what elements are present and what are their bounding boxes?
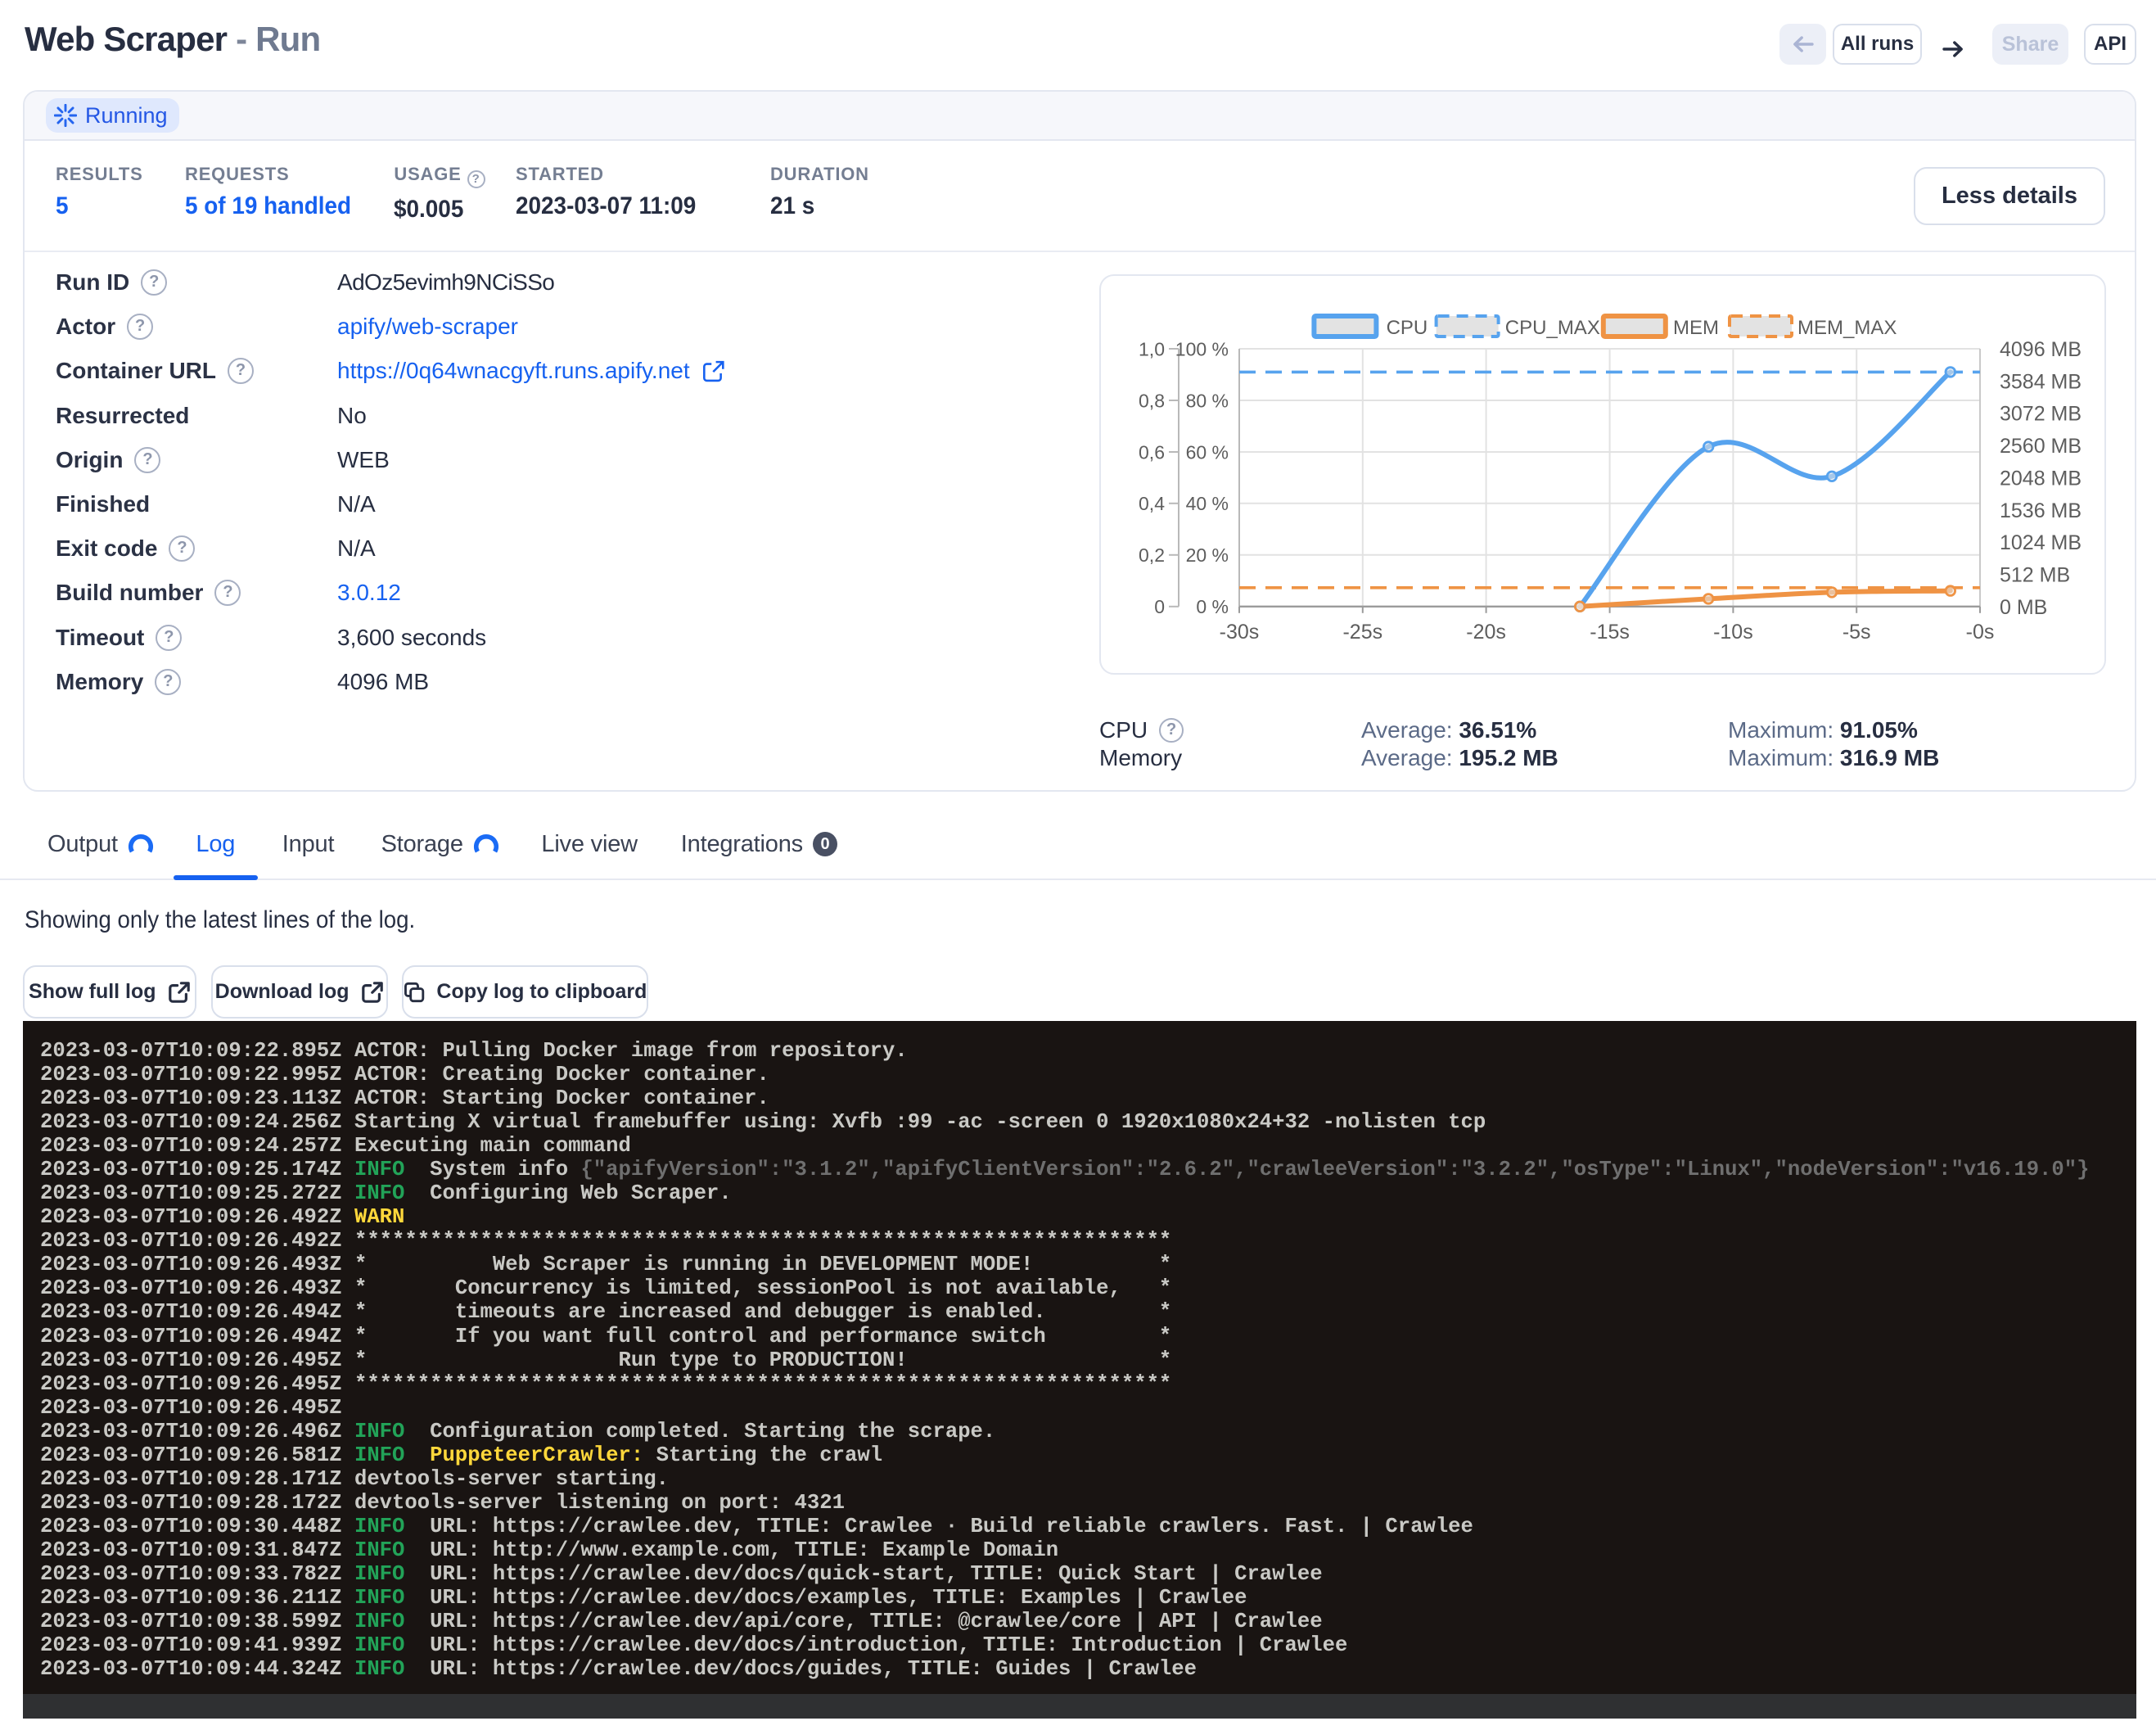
svg-text:1536 MB: 1536 MB: [2000, 499, 2082, 522]
svg-text:512 MB: 512 MB: [2000, 563, 2070, 586]
svg-text:-0s: -0s: [1966, 621, 1995, 644]
svg-text:-15s: -15s: [1590, 621, 1630, 644]
svg-text:3584 MB: 3584 MB: [2000, 370, 2082, 393]
svg-text:MEM: MEM: [1673, 317, 1719, 339]
svg-text:1,0: 1,0: [1139, 338, 1165, 359]
svg-text:40 %: 40 %: [1186, 493, 1229, 514]
svg-text:4096 MB: 4096 MB: [2000, 338, 2082, 361]
svg-text:CPU: CPU: [1387, 317, 1428, 339]
svg-text:-25s: -25s: [1342, 621, 1382, 644]
svg-text:0,2: 0,2: [1139, 544, 1165, 566]
svg-text:-5s: -5s: [1843, 621, 1871, 644]
svg-text:MEM_MAX: MEM_MAX: [1797, 317, 1897, 339]
svg-text:0,8: 0,8: [1139, 390, 1165, 411]
svg-text:100 %: 100 %: [1175, 338, 1229, 359]
svg-text:0 MB: 0 MB: [2000, 596, 2047, 619]
svg-text:-30s: -30s: [1220, 621, 1260, 644]
svg-text:CPU_MAX: CPU_MAX: [1505, 317, 1600, 339]
svg-text:-20s: -20s: [1466, 621, 1506, 644]
svg-text:0,6: 0,6: [1139, 441, 1165, 463]
svg-text:80 %: 80 %: [1186, 390, 1229, 411]
svg-text:60 %: 60 %: [1186, 441, 1229, 463]
svg-text:2048 MB: 2048 MB: [2000, 467, 2082, 490]
svg-text:0,4: 0,4: [1139, 493, 1165, 514]
svg-text:3072 MB: 3072 MB: [2000, 403, 2082, 426]
svg-text:2560 MB: 2560 MB: [2000, 435, 2082, 458]
svg-text:0: 0: [1154, 596, 1165, 617]
svg-text:-10s: -10s: [1713, 621, 1753, 644]
svg-text:1024 MB: 1024 MB: [2000, 531, 2082, 554]
svg-text:20 %: 20 %: [1186, 544, 1229, 566]
svg-text:0 %: 0 %: [1196, 596, 1229, 617]
